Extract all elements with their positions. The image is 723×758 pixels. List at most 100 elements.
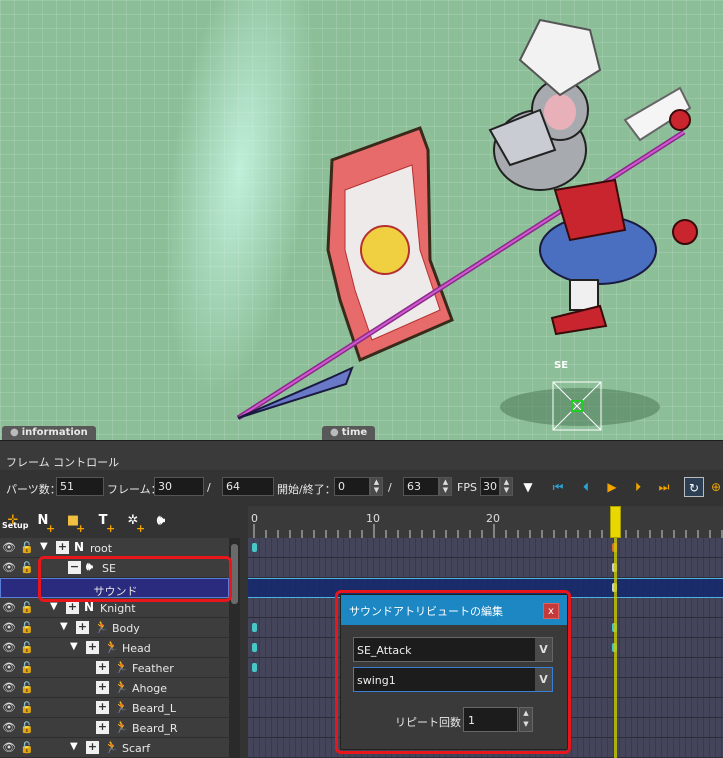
- bone-icon: 🏃: [114, 720, 129, 734]
- null-node-icon: N: [74, 540, 85, 554]
- plus-box-icon[interactable]: +: [96, 701, 109, 714]
- frame-ruler[interactable]: 0 10 20: [248, 506, 723, 538]
- first-frame-icon[interactable]: ⏮: [548, 477, 568, 497]
- tree-item-label: Feather: [132, 662, 174, 675]
- tree-row-root[interactable]: 👁 🔓 ▼ + N root: [0, 538, 229, 558]
- lock-icon[interactable]: 🔓: [20, 641, 34, 654]
- tick-label: 10: [366, 512, 380, 525]
- tree-item-label: Beard_L: [132, 702, 176, 715]
- end-frame-field[interactable]: 63: [403, 477, 439, 496]
- lock-icon[interactable]: 🔓: [20, 681, 34, 694]
- expand-icon[interactable]: ▼: [70, 741, 78, 752]
- lock-icon[interactable]: 🔓: [20, 701, 34, 714]
- expand-icon[interactable]: ▼: [50, 601, 58, 612]
- expand-icon[interactable]: ▼: [60, 621, 68, 632]
- eye-icon[interactable]: 👁: [2, 561, 16, 574]
- plus-box-icon[interactable]: +: [96, 661, 109, 674]
- plus-box-icon[interactable]: +: [86, 641, 99, 654]
- bone-icon: 🏃: [104, 640, 119, 654]
- bone-icon: 🏃: [114, 700, 129, 714]
- tree-row-feather[interactable]: 👁 🔓 + 🏃 Feather: [0, 658, 229, 678]
- setup-icon[interactable]: ✛ Setup: [2, 510, 28, 532]
- tree-item-label: Head: [122, 642, 151, 655]
- eye-icon[interactable]: 👁: [2, 721, 16, 734]
- tick-label: 0: [251, 512, 258, 525]
- plus-box-icon[interactable]: +: [66, 601, 79, 614]
- add-null-icon[interactable]: N +: [32, 510, 56, 535]
- fps-field[interactable]: 30: [480, 477, 500, 496]
- plus-box-icon[interactable]: +: [56, 541, 69, 554]
- se-marker-label: SE: [554, 360, 569, 371]
- playhead[interactable]: [610, 506, 621, 758]
- fps-label: FPS: [457, 481, 477, 494]
- eye-icon[interactable]: 👁: [2, 621, 16, 634]
- bone-icon: 🏃: [94, 620, 109, 634]
- keyframe[interactable]: [252, 643, 257, 652]
- next-frame-icon[interactable]: ⏵: [628, 477, 648, 497]
- lock-icon[interactable]: 🔓: [20, 661, 34, 674]
- track-se[interactable]: [248, 558, 723, 578]
- lock-icon[interactable]: 🔓: [20, 601, 34, 614]
- expand-icon[interactable]: ▼: [70, 641, 78, 652]
- end-frame-stepper[interactable]: ▲ ▼: [439, 477, 452, 496]
- scrollbar-thumb[interactable]: [231, 544, 238, 604]
- lock-icon[interactable]: 🔓: [20, 621, 34, 634]
- parts-count-label: パーツ数：: [6, 483, 61, 496]
- lock-icon[interactable]: 🔓: [20, 721, 34, 734]
- play-icon[interactable]: ▶: [602, 477, 622, 497]
- current-frame-field[interactable]: 30: [154, 477, 204, 496]
- track-root[interactable]: [248, 538, 723, 558]
- playhead-handle[interactable]: [610, 506, 621, 538]
- eye-icon[interactable]: 👁: [2, 661, 16, 674]
- plus-box-icon[interactable]: +: [96, 721, 109, 734]
- lock-icon[interactable]: 🔓: [20, 561, 34, 574]
- parts-count-field[interactable]: 51: [56, 477, 104, 496]
- prev-frame-icon[interactable]: ⏴: [576, 477, 596, 497]
- add-circle-icon[interactable]: ⊕: [706, 477, 723, 497]
- lock-icon[interactable]: 🔓: [20, 541, 34, 554]
- loop-icon[interactable]: ↻: [684, 477, 704, 497]
- dropdown-icon[interactable]: ▼: [518, 477, 538, 497]
- highlight-dialog-box: [335, 590, 571, 754]
- eye-icon[interactable]: 👁: [2, 701, 16, 714]
- character-illustration: [236, 18, 698, 431]
- fps-stepper[interactable]: ▲ ▼: [500, 477, 513, 496]
- eye-icon[interactable]: 👁: [2, 681, 16, 694]
- tree-item-label: Scarf: [122, 742, 151, 755]
- expand-icon[interactable]: ▼: [40, 541, 48, 552]
- last-frame-icon[interactable]: ⏭: [654, 477, 674, 497]
- tab-time[interactable]: ● time: [322, 426, 376, 440]
- plus-box-icon[interactable]: +: [76, 621, 89, 634]
- tree-item-label: Beard_R: [132, 722, 178, 735]
- tree-row-scarf[interactable]: 👁 🔓 ▼ + 🏃 Scarf: [0, 738, 229, 758]
- tree-row-head[interactable]: 👁 🔓 ▼ + 🏃 Head: [0, 638, 229, 658]
- tree-row-body[interactable]: 👁 🔓 ▼ + 🏃 Body: [0, 618, 229, 638]
- frame-separator: /: [207, 481, 211, 494]
- plus-box-icon[interactable]: +: [96, 681, 109, 694]
- start-frame-field[interactable]: 0: [334, 477, 370, 496]
- tree-row-beard-r[interactable]: 👁 🔓 + 🏃 Beard_R: [0, 718, 229, 738]
- plus-box-icon[interactable]: +: [86, 741, 99, 754]
- tree-row-beard-l[interactable]: 👁 🔓 + 🏃 Beard_L: [0, 698, 229, 718]
- eye-icon[interactable]: 👁: [2, 641, 16, 654]
- tab-information[interactable]: ● information: [2, 426, 96, 440]
- start-frame-stepper[interactable]: ▲ ▼: [370, 477, 383, 496]
- frame-control-bar: パーツ数： 51 フレーム： 30 / 64 開始/終了： 0 ▲ ▼ / 63 …: [0, 472, 723, 502]
- add-image-icon[interactable]: ■ +: [62, 510, 85, 535]
- eye-icon[interactable]: 👁: [2, 741, 16, 754]
- eye-icon[interactable]: 👁: [2, 541, 16, 554]
- tick-label: 20: [486, 512, 500, 525]
- add-text-icon[interactable]: T +: [92, 510, 116, 535]
- tree-row-ahoge[interactable]: 👁 🔓 + 🏃 Ahoge: [0, 678, 229, 698]
- tree-toolbar: ✛ Setup N + ■ + T + ✲ + 🕪: [0, 504, 240, 538]
- setup-label: Setup: [2, 521, 29, 530]
- eye-icon[interactable]: 👁: [2, 601, 16, 614]
- total-frames-field[interactable]: 64: [222, 477, 274, 496]
- keyframe[interactable]: [252, 623, 257, 632]
- keyframe[interactable]: [252, 663, 257, 672]
- keyframe[interactable]: [252, 543, 257, 552]
- add-sound-icon[interactable]: 🕪: [150, 510, 172, 532]
- lock-icon[interactable]: 🔓: [20, 741, 34, 754]
- add-effect-icon[interactable]: ✲ +: [122, 510, 146, 535]
- canvas-viewport[interactable]: SE ● information ● time: [0, 0, 723, 440]
